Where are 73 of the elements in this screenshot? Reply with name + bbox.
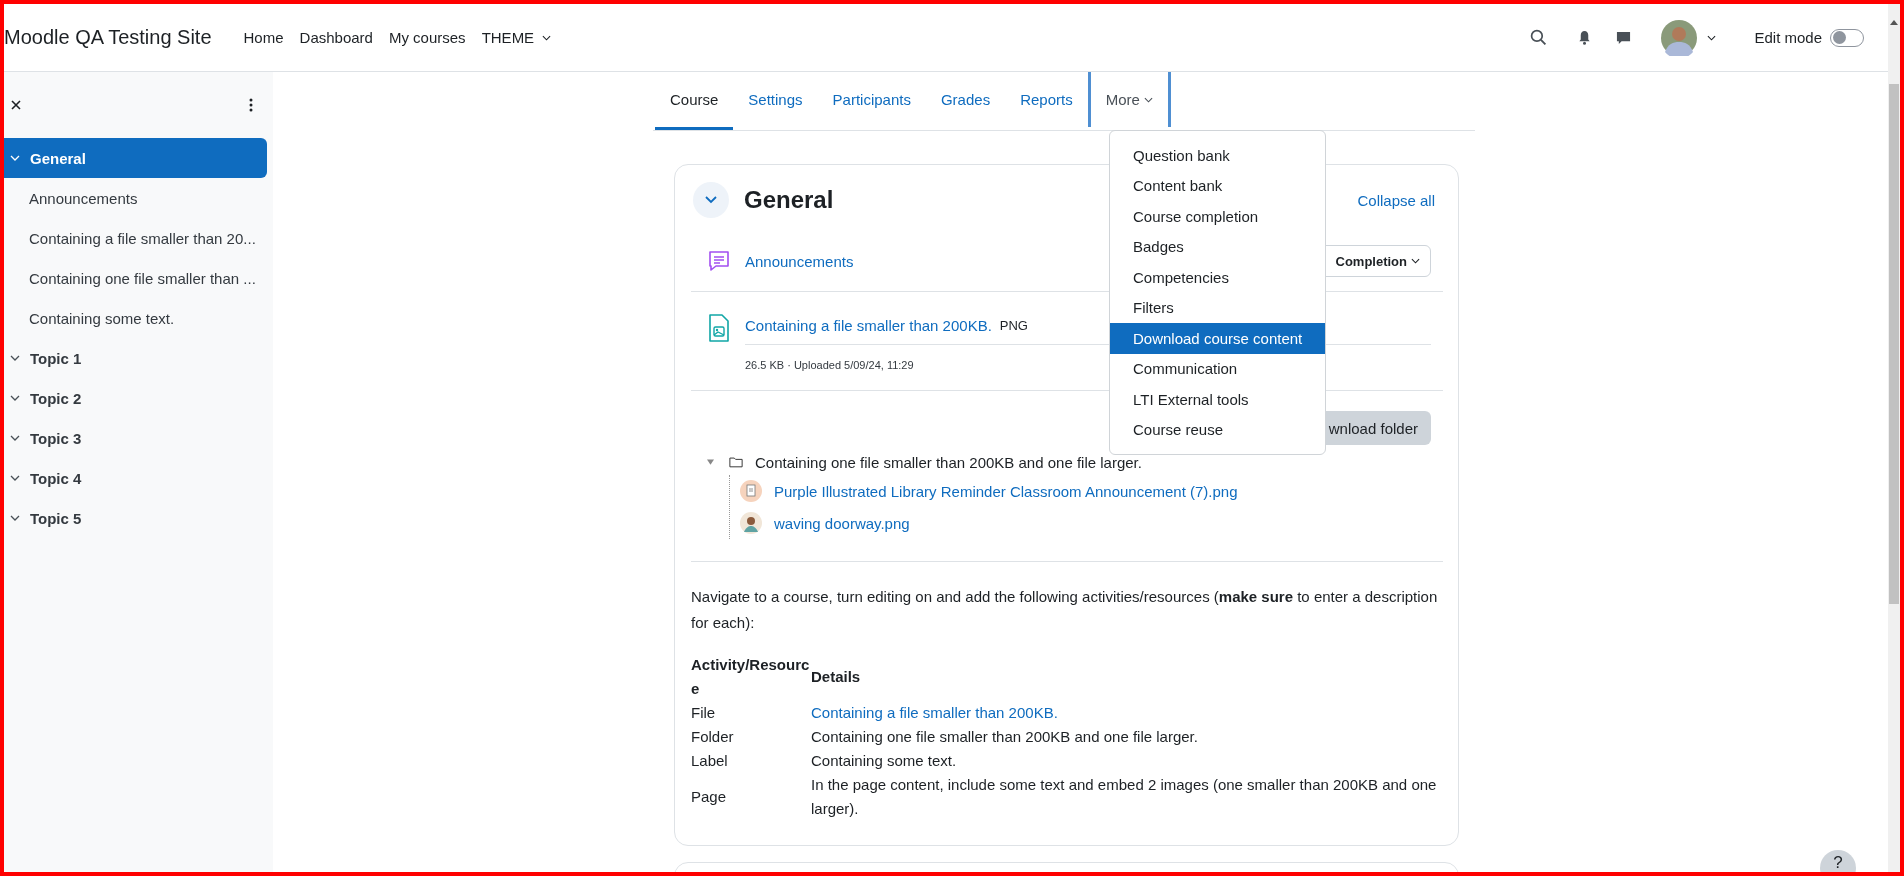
course-index-item[interactable]: Containing some text. (4, 298, 271, 338)
file-link[interactable]: Purple Illustrated Library Reminder Classroom Announcement (7).png (774, 482, 1238, 500)
chevron-icon (10, 475, 20, 481)
collapse-all-link[interactable]: Collapse all (1357, 191, 1435, 209)
chevron-icon (10, 435, 20, 441)
close-icon[interactable] (11, 100, 21, 110)
menu-item[interactable]: Communication (1110, 353, 1325, 384)
table-cell: Label (691, 749, 811, 773)
course-index-section[interactable]: Topic 4 (4, 458, 267, 498)
menu-item[interactable]: Course completion (1110, 201, 1325, 232)
course-tab[interactable]: More (1087, 72, 1171, 130)
table-link[interactable]: Containing a file smaller than 200KB. (811, 704, 1058, 721)
image-thumbnail-icon (740, 512, 762, 534)
table-cell-text: Page (691, 787, 728, 807)
help-button[interactable]: ? (1820, 850, 1856, 872)
nav-menu[interactable]: THEME (481, 29, 552, 46)
forum-icon (707, 249, 731, 273)
edit-mode-label: Edit mode (1754, 29, 1822, 46)
nav-link[interactable]: Dashboard (299, 29, 373, 46)
avatar[interactable] (1661, 19, 1698, 56)
chat-icon[interactable] (1616, 30, 1632, 45)
image-file-icon (707, 314, 731, 342)
caret-icon (542, 34, 552, 41)
chevron-icon (705, 196, 717, 204)
activity-link[interactable]: Containing a file smaller than 200KB. (745, 316, 992, 334)
menu-item[interactable]: Content bank (1110, 170, 1325, 201)
search-icon[interactable] (1530, 29, 1548, 46)
nav-link[interactable]: My courses (388, 29, 466, 46)
nav-link[interactable]: Home (243, 29, 284, 46)
chevron-icon (10, 155, 20, 161)
section-title: General (744, 186, 834, 214)
label-text: Navigate to a course, turn editing on and add the following activities/resources (make sure to enter a description for each): (691, 587, 1439, 633)
caret-icon[interactable] (1707, 34, 1717, 41)
course-tab[interactable]: Course (655, 72, 734, 130)
column-header: Details (811, 667, 862, 687)
chevron-icon (10, 355, 20, 361)
scroll-up-arrow-icon[interactable] (1890, 20, 1898, 25)
caret-icon (1411, 258, 1420, 264)
file-link[interactable]: waving doorway.png (774, 514, 910, 532)
expand-triangle-icon[interactable] (707, 459, 714, 465)
chevron-icon (10, 395, 20, 401)
collapse-section-button[interactable] (693, 182, 729, 218)
course-index-section[interactable]: General (4, 138, 267, 178)
column-header: Activity/Resource (691, 655, 811, 699)
course-index-item[interactable]: Containing one file smaller than ... (4, 258, 271, 298)
table-cell: File (691, 701, 811, 725)
course-index-section[interactable]: Topic 5 (4, 498, 267, 538)
course-index-section[interactable]: Topic 2 (4, 378, 267, 418)
image-thumbnail-icon (740, 480, 762, 502)
course-index-section[interactable]: Topic 3 (4, 418, 267, 458)
file-details: 26.5 KB · Uploaded 5/09/24, 11:29 (745, 359, 914, 371)
menu-item[interactable]: Question bank (1110, 140, 1325, 171)
course-index-section[interactable]: Topic 1 (4, 338, 267, 378)
course-index-item[interactable]: Containing a file smaller than 20... (4, 218, 271, 258)
menu-item[interactable]: Filters (1110, 292, 1325, 323)
table-cell-text: In the page content, include some text and embed 2 images (one smaller than 200KB and one larger). (811, 775, 1438, 819)
course-tab[interactable]: Grades (925, 72, 1006, 130)
caret-icon (1143, 96, 1153, 103)
kebab-menu-icon[interactable] (249, 98, 253, 112)
chevron-icon (10, 515, 20, 521)
course-tab[interactable]: Settings (733, 72, 818, 130)
folder-name: Containing one file smaller than 200KB and one file larger. (755, 453, 1142, 471)
table-cell-text: Containing some text. (811, 751, 958, 771)
activity-link[interactable]: Announcements (745, 252, 854, 270)
folder-icon (729, 456, 743, 468)
file-type-label: PNG (999, 317, 1028, 333)
menu-item[interactable]: Download course content (1110, 323, 1325, 354)
site-name[interactable]: Moodle QA Testing Site (4, 26, 212, 49)
table-cell: Folder (691, 725, 811, 749)
course-tab[interactable]: Participants (817, 72, 926, 130)
course-tab[interactable]: Reports (1005, 72, 1088, 130)
table-cell-text: Containing one file smaller than 200KB and one file larger. (811, 727, 1199, 747)
course-index-item[interactable]: Announcements (4, 178, 271, 218)
